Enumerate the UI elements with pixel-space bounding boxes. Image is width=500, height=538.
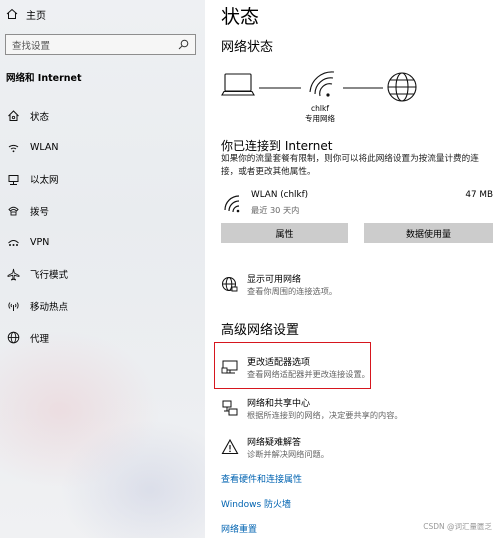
sidebar: 主页 查找设置 网络和 Internet 状态 WLAN 以太网 拨号 VPN … xyxy=(0,0,205,538)
globe-icon xyxy=(387,72,417,102)
network-name: chlkf xyxy=(311,104,329,113)
adapter-options-option[interactable]: 更改适配器选项 查看网络适配器并更改连接设置。 xyxy=(219,357,370,380)
home-icon xyxy=(6,109,20,123)
computer-icon xyxy=(221,73,255,96)
show-networks-icon xyxy=(219,274,241,296)
sharing-center-icon xyxy=(219,398,241,420)
sharing-center-sub: 根据所连接到的网络，决定要共享的内容。 xyxy=(247,410,403,420)
sidebar-item-label: WLAN xyxy=(30,142,59,154)
sidebar-item-label: 以太网 xyxy=(30,175,59,187)
main-content: 状态 网络状态 chlkf 专用网络 你已连接到 Internet 如果你的流量… xyxy=(205,0,500,538)
ethernet-icon xyxy=(6,172,20,186)
watermark: CSDN @词汇量匮乏 xyxy=(423,522,492,531)
sidebar-item-proxy[interactable]: 代理 xyxy=(0,322,205,354)
dialup-icon xyxy=(6,204,20,218)
connected-heading: 你已连接到 Internet xyxy=(221,139,333,153)
show-networks-title: 显示可用网络 xyxy=(247,275,302,285)
globe-icon xyxy=(6,331,20,345)
sidebar-item-dialup[interactable]: 拨号 xyxy=(0,195,205,227)
sharing-center-title: 网络和共享中心 xyxy=(247,399,311,409)
network-label: chlkf 专用网络 xyxy=(295,104,345,124)
data-usage-button[interactable]: 数据使用量 xyxy=(364,223,493,243)
show-networks-option[interactable]: 显示可用网络 查看你周围的连接选项。 xyxy=(219,274,337,297)
sidebar-item-label: 飞行模式 xyxy=(30,270,69,282)
connected-description: 如果你的流量套餐有限制，则你可以将此网络设置为按流量计费的连接，或者更改其他属性… xyxy=(221,154,479,177)
home-nav[interactable]: 主页 xyxy=(6,6,46,22)
sidebar-item-label: 状态 xyxy=(30,111,50,123)
sidebar-item-label: VPN xyxy=(30,237,50,249)
section-title: 网络和 Internet xyxy=(6,73,82,84)
network-type: 专用网络 xyxy=(305,114,335,123)
hotspot-icon xyxy=(6,299,20,313)
sidebar-item-label: 拨号 xyxy=(30,206,50,218)
warning-icon xyxy=(219,437,241,459)
sidebar-item-ethernet[interactable]: 以太网 xyxy=(0,163,205,195)
search-icon xyxy=(178,39,189,50)
page-title: 状态 xyxy=(221,6,260,28)
home-icon xyxy=(6,8,18,19)
wifi-icon xyxy=(6,141,20,155)
wifi-icon xyxy=(224,195,240,213)
sidebar-item-label: 代理 xyxy=(30,333,50,345)
wlan-data-size: 47 MB xyxy=(465,190,493,200)
search-input[interactable]: 查找设置 xyxy=(5,34,196,55)
wifi-icon xyxy=(309,71,335,97)
troubleshooter-option[interactable]: 网络疑难解答 诊断并解决网络问题。 xyxy=(219,437,329,460)
home-label: 主页 xyxy=(26,10,46,22)
sidebar-item-label: 移动热点 xyxy=(30,301,69,313)
wlan-name: WLAN (chlkf) xyxy=(251,190,309,200)
troubleshooter-title: 网络疑难解答 xyxy=(247,438,302,448)
adapter-options-title: 更改适配器选项 xyxy=(247,358,311,368)
sidebar-item-airplane[interactable]: 飞行模式 xyxy=(0,258,205,290)
troubleshooter-sub: 诊断并解决网络问题。 xyxy=(247,449,329,459)
sidebar-item-status[interactable]: 状态 xyxy=(0,100,205,132)
advanced-settings-heading: 高级网络设置 xyxy=(221,323,300,338)
network-status-heading: 网络状态 xyxy=(221,40,274,55)
adapter-icon xyxy=(219,357,241,379)
sidebar-item-vpn[interactable]: VPN xyxy=(0,227,205,259)
search-placeholder: 查找设置 xyxy=(12,40,51,52)
adapter-options-sub: 查看网络适配器并更改连接设置。 xyxy=(247,369,370,379)
network-reset-link[interactable]: 网络重置 xyxy=(221,522,257,535)
properties-button[interactable]: 属性 xyxy=(221,223,348,243)
wlan-connection: WLAN (chlkf) 最近 30 天内 47 MB xyxy=(223,190,493,220)
sidebar-nav: 状态 WLAN 以太网 拨号 VPN 飞行模式 移动热点 代理 xyxy=(0,100,205,354)
sidebar-item-wlan[interactable]: WLAN xyxy=(0,132,205,164)
airplane-icon xyxy=(6,267,20,281)
firewall-link[interactable]: Windows 防火墙 xyxy=(221,497,291,510)
vpn-icon xyxy=(6,236,20,250)
wlan-period: 最近 30 天内 xyxy=(251,205,300,215)
show-networks-sub: 查看你周围的连接选项。 xyxy=(247,286,338,296)
sidebar-item-hotspot[interactable]: 移动热点 xyxy=(0,290,205,322)
hardware-properties-link[interactable]: 查看硬件和连接属性 xyxy=(221,472,302,485)
sharing-center-option[interactable]: 网络和共享中心 根据所连接到的网络，决定要共享的内容。 xyxy=(219,398,403,421)
